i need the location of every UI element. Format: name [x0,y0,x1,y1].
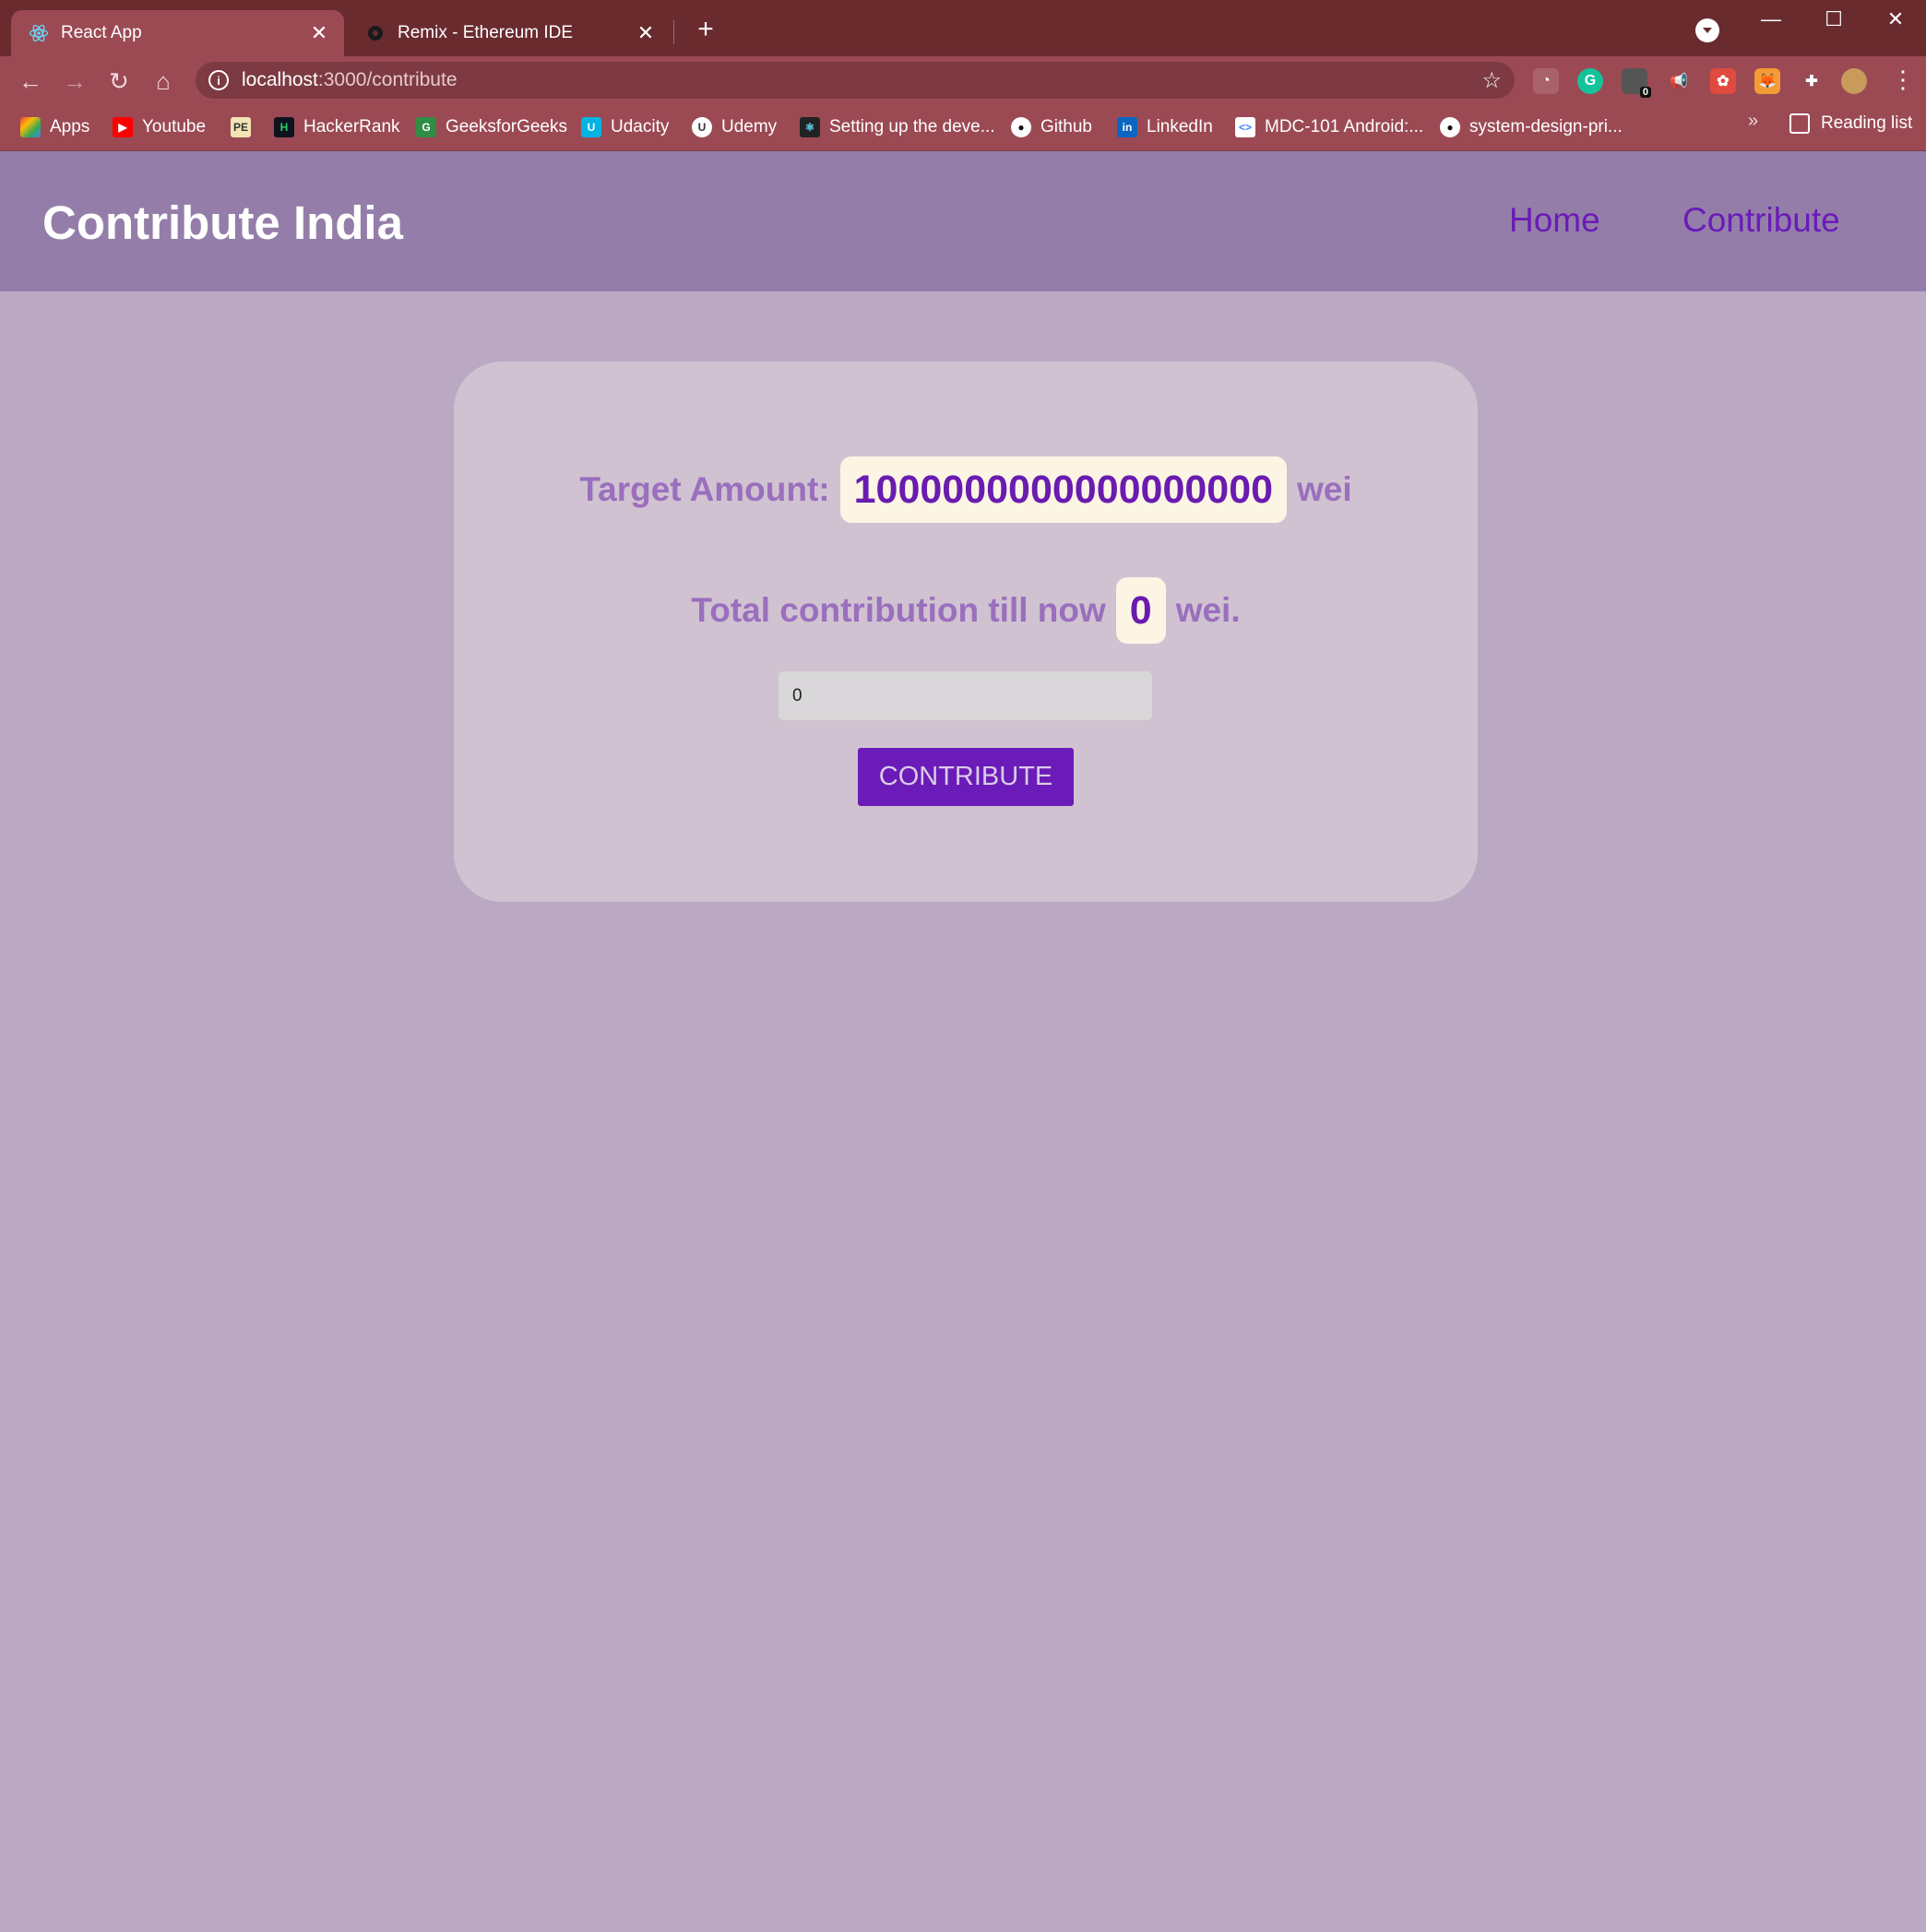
contribution-amount-input[interactable] [779,671,1152,720]
pe-icon: PE [231,117,251,137]
tab-remix[interactable]: Remix - Ethereum IDE ✕ [348,10,671,56]
bookmark-udemy[interactable]: U Udemy [692,113,777,141]
window-close-icon[interactable]: ✕ [1872,6,1919,33]
total-contribution-value: 0 [1115,577,1166,644]
home-icon[interactable]: ⌂ [148,65,179,97]
url-host: localhost [242,69,318,90]
bookmark-hackerrank[interactable]: H HackerRank [274,113,400,141]
contribute-button[interactable]: CONTRIBUTE [858,748,1074,806]
new-tab-button[interactable]: + [690,14,721,45]
bookmark-label: MDC-101 Android:... [1265,117,1424,136]
bookmark-label: GeeksforGeeks [446,117,567,136]
bookmark-apps[interactable]: Apps [20,113,89,141]
target-amount-row: Target Amount: 1000000000000000000 wei [454,456,1478,523]
site-info-icon[interactable]: i [208,70,229,90]
bookmark-youtube[interactable]: ▶ Youtube [113,113,206,141]
github-icon: ● [1011,117,1031,137]
reading-list-button[interactable]: Reading list [1789,113,1912,134]
bookmark-geeksforgeeks[interactable]: G GeeksforGeeks [416,113,567,141]
hackerrank-icon: H [274,117,294,137]
tab-title: React App [61,23,142,42]
github-icon: ● [1440,117,1460,137]
bookmark-label: system-design-pri... [1469,117,1623,136]
more-menu-icon[interactable]: ⋮ [1891,65,1915,94]
extension-counter-icon[interactable]: 0 [1622,68,1651,98]
geeksforgeeks-icon: G [416,117,436,137]
tab-title: Remix - Ethereum IDE [398,23,574,42]
linkedin-icon: in [1117,117,1137,137]
target-unit: wei [1297,470,1352,508]
bookmark-linkedin[interactable]: in LinkedIn [1117,113,1213,141]
extension-red-icon[interactable]: ✿ [1710,68,1736,94]
tab-react-app[interactable]: React App ✕ [11,10,344,56]
reading-list-label: Reading list [1821,113,1913,133]
udacity-icon: U [581,117,601,137]
target-amount-label: Target Amount: [579,470,830,508]
total-contribution-label: Total contribution till now [691,591,1106,629]
bookmark-label: Github [1040,117,1092,136]
udemy-icon: U [692,117,712,137]
tab-search-icon[interactable] [1695,18,1719,42]
browser-tab-bar: React App ✕ Remix - Ethereum IDE ✕ + — ☐… [0,0,1926,56]
extension-badge: 0 [1639,87,1651,98]
bookmark-label: Udemy [721,117,778,136]
address-bar[interactable]: i localhost:3000/contribute ☆ [196,62,1515,99]
contribution-card: Target Amount: 1000000000000000000 wei T… [454,362,1478,902]
close-icon[interactable]: ✕ [632,19,660,47]
total-unit: wei. [1175,591,1241,629]
extension-speed-icon[interactable]: ◔ [1533,68,1559,94]
bookmark-label: Youtube [142,117,207,136]
bookmark-system-design[interactable]: ● system-design-pri... [1440,113,1623,141]
bookmark-udacity[interactable]: U Udacity [581,113,669,141]
metamask-icon[interactable]: 🦊 [1754,68,1780,94]
maximize-icon[interactable]: ☐ [1811,6,1857,33]
bookmark-star-icon[interactable]: ☆ [1481,67,1502,94]
avatar[interactable] [1841,68,1867,94]
bookmark-mdc-101[interactable]: <> MDC-101 Android:... [1235,113,1423,141]
bookmark-pe[interactable]: PE [231,113,260,141]
url-path: :3000/contribute [317,69,458,90]
bookmark-github[interactable]: ● Github [1011,113,1092,141]
bookmark-label: Udacity [611,117,670,136]
codelabs-icon: <> [1235,117,1255,137]
nav-home-link[interactable]: Home [1509,201,1600,240]
bookmark-label: HackerRank [303,117,400,136]
back-icon[interactable]: ← [15,65,46,97]
brand-title[interactable]: Contribute India [42,196,403,250]
app-navbar: Contribute India Home Contribute [0,151,1926,291]
youtube-icon: ▶ [113,117,133,137]
apps-grid-icon [20,117,41,137]
react-icon [28,22,50,44]
reload-icon[interactable]: ↻ [103,65,135,97]
reading-list-icon [1789,113,1810,134]
remix-icon [364,22,386,44]
forward-icon[interactable]: → [59,65,90,97]
browser-toolbar: ← → ↻ ⌂ i localhost:3000/contribute ☆ ◔ … [0,56,1926,104]
react-icon: ⚛ [800,117,820,137]
minimize-icon[interactable]: — [1748,6,1794,33]
close-icon[interactable]: ✕ [305,19,333,47]
megaphone-icon[interactable]: 📢 [1666,68,1692,94]
tab-divider [673,20,674,44]
extensions-puzzle-icon[interactable]: ✚ [1799,68,1825,94]
target-amount-value: 1000000000000000000 [839,456,1288,523]
bookmark-setting-up[interactable]: ⚛ Setting up the deve... [800,113,995,141]
bookmarks-bar: Apps ▶ Youtube PE H HackerRank G GeeksforGe… [0,104,1926,151]
bookmark-label: Setting up the deve... [829,117,995,136]
more-bookmarks-button[interactable]: » [1748,111,1758,132]
grammarly-icon[interactable]: G [1577,68,1603,94]
nav-contribute-link[interactable]: Contribute [1682,201,1840,240]
total-contribution-row: Total contribution till now 0 wei. [454,577,1478,644]
bookmark-label: LinkedIn [1147,117,1213,136]
bookmark-label: Apps [50,117,90,136]
